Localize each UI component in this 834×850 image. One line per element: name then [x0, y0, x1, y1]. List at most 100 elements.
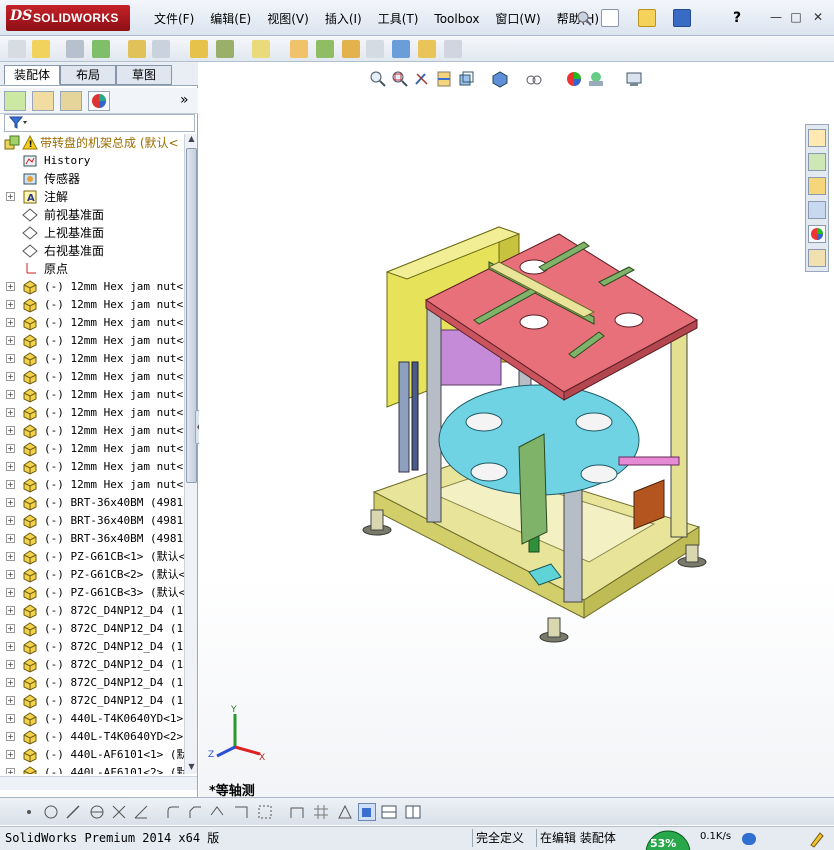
tree-item[interactable]: History [0, 152, 184, 170]
insert-component-icon[interactable] [8, 40, 26, 58]
expand-icon[interactable]: + [6, 192, 15, 201]
tree-item[interactable]: + (-) 12mm Hex jam nut<1 [0, 476, 184, 494]
tree-item[interactable]: + (-) 872C_D4NP12_D4 (12m [0, 656, 184, 674]
tree-item[interactable]: + (-) 12mm Hex jam nut<1 [0, 278, 184, 296]
tab-sketch[interactable]: 草图 [116, 65, 172, 85]
convert-entities-icon[interactable] [256, 803, 274, 821]
expand-icon[interactable]: + [6, 696, 15, 705]
expand-icon[interactable]: + [6, 624, 15, 633]
scroll-up-icon[interactable]: ▲ [186, 134, 197, 146]
tree-horizontal-scrollbar[interactable] [0, 776, 197, 790]
tree-item[interactable]: + (-) 12mm Hex jam nut<6 [0, 368, 184, 386]
tree-item[interactable]: + (-) 440L-AF6101<1> (默认 [0, 746, 184, 764]
offset-icon[interactable] [208, 803, 226, 821]
tree-item[interactable]: + (-) 872C_D4NP12_D4 (12m [0, 692, 184, 710]
panel-expand-button[interactable]: » [180, 92, 189, 108]
help-icon[interactable]: ? [728, 9, 746, 27]
instant3d-icon[interactable] [444, 40, 462, 58]
reference-geometry-icon[interactable] [252, 40, 270, 58]
expand-icon[interactable]: + [6, 318, 15, 327]
tree-item[interactable]: + (-) 12mm Hex jam nut<1 [0, 440, 184, 458]
tree-item[interactable]: + (-) 440L-T4K0640YD<1> ( [0, 710, 184, 728]
tree-item[interactable]: + (-) 872C_D4NP12_D4 (12m [0, 620, 184, 638]
expand-icon[interactable]: + [6, 678, 15, 687]
menu-window[interactable]: 窗口(W) [487, 10, 548, 28]
point-icon[interactable] [20, 803, 38, 821]
bill-of-materials-icon[interactable] [316, 40, 334, 58]
expand-icon[interactable]: + [6, 408, 15, 417]
new-part-icon[interactable] [32, 40, 50, 58]
chamfer-icon[interactable] [186, 803, 204, 821]
tree-item[interactable]: 上视基准面 [0, 224, 184, 242]
dimension-icon[interactable] [288, 803, 306, 821]
tree-item[interactable]: + (-) 12mm Hex jam nut<2 [0, 296, 184, 314]
new-motion-study-icon[interactable] [290, 40, 308, 58]
move-component-icon[interactable] [152, 40, 170, 58]
tree-item[interactable]: + (-) 872C_D4NP12_D4 (12m [0, 638, 184, 656]
tree-item[interactable]: + (-) PZ-G61CB<1> (默认<< [0, 548, 184, 566]
solidworks-logo[interactable]: DS SOLIDWORKS [6, 5, 130, 31]
tab-assembly[interactable]: 装配体 [4, 65, 60, 85]
menu-toolbox[interactable]: Toolbox [426, 10, 487, 28]
expand-icon[interactable]: + [6, 750, 15, 759]
window-tile-horizontal-icon[interactable] [380, 803, 398, 821]
menu-tools[interactable]: 工具(T) [370, 10, 427, 28]
expand-icon[interactable]: + [6, 642, 15, 651]
menu-file[interactable]: 文件(F) [146, 10, 202, 28]
tree-item[interactable]: 原点 [0, 260, 184, 278]
tab-layout[interactable]: 布局 [60, 65, 116, 85]
tree-item[interactable]: + (-) 872C_D4NP12_D4 (12m [0, 674, 184, 692]
expand-icon[interactable]: + [6, 462, 15, 471]
tree-item[interactable]: + (-) 12mm Hex jam nut<1 [0, 458, 184, 476]
expand-icon[interactable]: + [6, 426, 15, 435]
smart-fasteners-icon[interactable] [128, 40, 146, 58]
expand-icon[interactable]: + [6, 372, 15, 381]
extend-icon[interactable] [132, 803, 150, 821]
polygon-icon[interactable] [88, 803, 106, 821]
expand-icon[interactable]: + [6, 732, 15, 741]
tree-item[interactable]: + (-) 440L-AF6101<2> (默认 [0, 764, 184, 774]
tree-item[interactable]: + (-) BRT-36x40BM (49811) [0, 494, 184, 512]
expand-icon[interactable]: + [6, 390, 15, 399]
menu-edit[interactable]: 编辑(E) [202, 10, 259, 28]
tree-item[interactable]: 前视基准面 [0, 206, 184, 224]
exploded-view-icon[interactable] [342, 40, 360, 58]
tree-item[interactable]: + (-) 12mm Hex jam nut<7 [0, 386, 184, 404]
corner-rectangle-icon[interactable] [232, 803, 250, 821]
clearance-verification-icon[interactable] [418, 40, 436, 58]
scroll-down-icon[interactable]: ▼ [186, 762, 197, 774]
window-tile-vertical-icon[interactable] [404, 803, 422, 821]
explode-line-sketch-icon[interactable] [366, 40, 384, 58]
menu-insert[interactable]: 插入(I) [317, 10, 370, 28]
tree-item[interactable]: 传感器 [0, 170, 184, 188]
graphics-area[interactable]: Y X Z *等轴测 [199, 62, 834, 799]
tree-item[interactable]: 右视基准面 [0, 242, 184, 260]
feature-manager-icon[interactable] [4, 91, 26, 111]
expand-icon[interactable]: + [6, 606, 15, 615]
tree-item[interactable]: + (-) 12mm Hex jam nut<8 [0, 404, 184, 422]
close-button[interactable]: ✕ [808, 9, 828, 25]
tree-item[interactable]: + (-) 12mm Hex jam nut<9 [0, 422, 184, 440]
tree-item[interactable]: + (-) BRT-36x40BM (49811) [0, 530, 184, 548]
expand-icon[interactable]: + [6, 660, 15, 669]
expand-icon[interactable]: + [6, 588, 15, 597]
mate-icon[interactable] [66, 40, 84, 58]
tree-item[interactable]: + A 注解 [0, 188, 184, 206]
tree-item[interactable]: + (-) PZ-G61CB<3> (默认<< [0, 584, 184, 602]
pushpin-icon[interactable] [575, 9, 593, 27]
expand-icon[interactable]: + [6, 768, 15, 774]
show-hidden-icon[interactable] [190, 40, 208, 58]
tree-item[interactable]: + (-) 12mm Hex jam nut<3 [0, 314, 184, 332]
expand-icon[interactable]: + [6, 498, 15, 507]
interference-detection-icon[interactable] [392, 40, 410, 58]
tree-item[interactable]: + (-) 12mm Hex jam nut<4 [0, 332, 184, 350]
expand-icon[interactable]: + [6, 516, 15, 525]
tree-item[interactable]: + (-) 12mm Hex jam nut<5 [0, 350, 184, 368]
expand-icon[interactable]: + [6, 480, 15, 489]
pattern-icon[interactable] [92, 40, 110, 58]
expand-icon[interactable]: + [6, 336, 15, 345]
tree-item[interactable]: + (-) 872C_D4NP12_D4 (12m [0, 602, 184, 620]
expand-icon[interactable]: + [6, 444, 15, 453]
expand-icon[interactable]: + [6, 714, 15, 723]
tree-item[interactable]: + (-) PZ-G61CB<2> (默认<< [0, 566, 184, 584]
